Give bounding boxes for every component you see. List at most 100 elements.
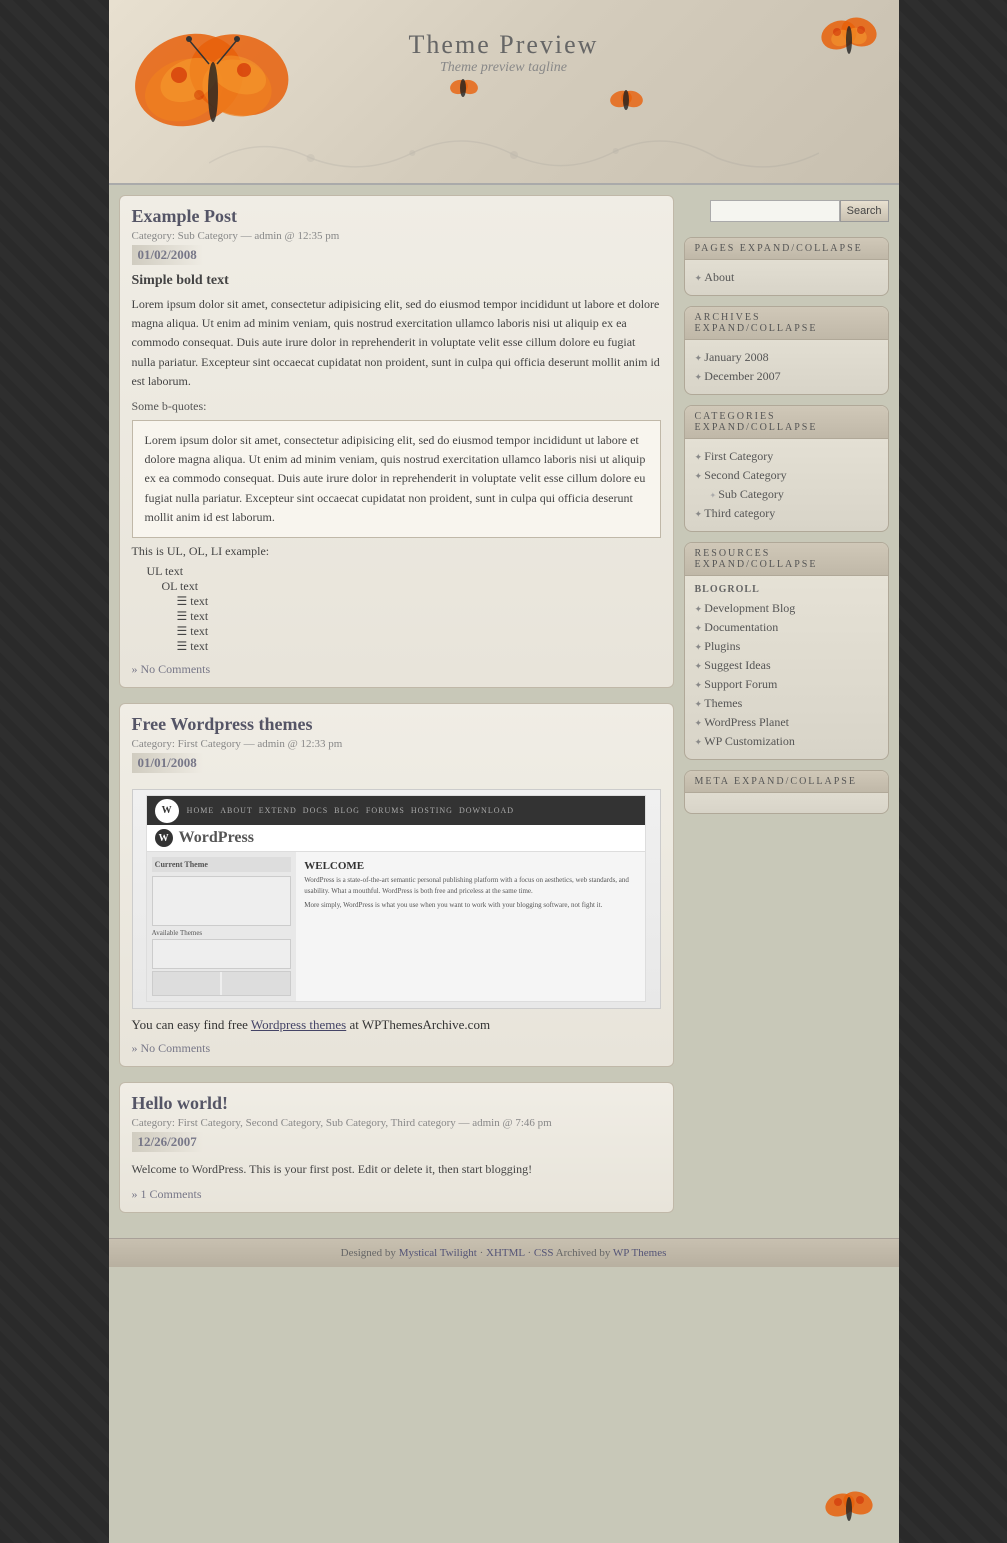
list-item: Sub Category	[695, 485, 878, 504]
list-item: Themes	[695, 694, 878, 713]
butterfly-center2-icon	[609, 85, 644, 117]
wp-nav: HOME ABOUT EXTEND DOCS BLOG FORUMS HOSTI…	[187, 806, 514, 815]
categories-widget-content: First Category Second Category Sub Categ…	[685, 439, 888, 531]
cat-third-link[interactable]: Third category	[704, 506, 775, 520]
resources-widget: RESOURCES EXPAND/COLLAPSE BLOGROLL Devel…	[684, 542, 889, 760]
post-1-body: Simple bold text Lorem ipsum dolor sit a…	[132, 273, 661, 654]
search-box: Search	[684, 195, 889, 227]
meta-widget: META EXPAND/COLLAPSE	[684, 770, 889, 814]
meta-widget-title: META EXPAND/COLLAPSE	[685, 771, 888, 793]
archive-jan-link[interactable]: January 2008	[704, 350, 768, 364]
archives-widget-content: January 2008 December 2007	[685, 340, 888, 394]
categories-list: First Category Second Category Sub Categ…	[695, 447, 878, 523]
post-2-no-comments: » No Comments	[132, 1041, 661, 1056]
site-footer: Designed by Mystical Twilight · XHTML · …	[109, 1238, 899, 1267]
content-area: Example Post Category: Sub Category — ad…	[109, 185, 899, 1238]
list-item: First Category	[695, 447, 878, 466]
archives-widget-title: ARCHIVES EXPAND/COLLAPSE	[685, 307, 888, 340]
list-item: Third category	[695, 504, 878, 523]
list-item: WP Customization	[695, 732, 878, 751]
post-1-ol-item: OL text	[162, 579, 661, 594]
wp-sidebar-preview: Current Theme Available Themes	[147, 852, 297, 1001]
butterfly-footer-icon	[824, 1485, 874, 1533]
post-2: Free Wordpress themes Category: First Ca…	[119, 703, 674, 1067]
footer-wp-themes-link[interactable]: WP Themes	[613, 1247, 666, 1259]
resource-suggest-link[interactable]: Suggest Ideas	[704, 658, 770, 672]
post-1-li-3: ☰ text	[177, 624, 661, 639]
search-input[interactable]	[710, 200, 840, 222]
post-1-paragraph: Lorem ipsum dolor sit amet, consectetur …	[132, 295, 661, 391]
pages-widget: PAGES EXPAND/COLLAPSE About	[684, 237, 889, 296]
site-header: Theme Preview Theme preview tagline	[109, 0, 899, 185]
list-item: Support Forum	[695, 675, 878, 694]
decoration-vine	[209, 123, 819, 183]
list-item: About	[695, 268, 878, 287]
wp-logo-icon: W	[155, 799, 179, 823]
list-item: Second Category	[695, 466, 878, 485]
list-item: Plugins	[695, 637, 878, 656]
wordpress-screenshot: W HOME ABOUT EXTEND DOCS BLOG FORUMS HOS…	[132, 789, 661, 1009]
post-1-list-label: This is UL, OL, LI example:	[132, 544, 661, 559]
post-3-title: Hello world!	[132, 1093, 661, 1114]
list-item: Documentation	[695, 618, 878, 637]
resource-forum-link[interactable]: Support Forum	[704, 677, 777, 691]
cat-sub-link[interactable]: Sub Category	[718, 487, 784, 501]
footer-theme-link[interactable]: Mystical Twilight	[399, 1247, 477, 1259]
resources-widget-content: BLOGROLL Development Blog Documentation …	[685, 576, 888, 759]
post-3-paragraph: Welcome to WordPress. This is your first…	[132, 1160, 661, 1179]
post-1-li-2: ☰ text	[177, 609, 661, 624]
cat-second-link[interactable]: Second Category	[704, 468, 786, 482]
post-3-meta: Category: First Category, Second Categor…	[132, 1117, 661, 1129]
categories-widget: CATEGORIES EXPAND/COLLAPSE First Categor…	[684, 405, 889, 532]
post-1-no-comments: » No Comments	[132, 662, 661, 677]
resource-plugins-link[interactable]: Plugins	[704, 639, 740, 653]
footer-designed-by: Designed by	[341, 1247, 396, 1259]
wordpress-themes-link[interactable]: Wordpress themes	[251, 1017, 346, 1032]
post-1-title: Example Post	[132, 206, 661, 227]
resource-wp-custom-link[interactable]: WP Customization	[704, 734, 795, 748]
post-1: Example Post Category: Sub Category — ad…	[119, 195, 674, 688]
post-1-li-1: ☰ text	[177, 594, 661, 609]
list-item: Suggest Ideas	[695, 656, 878, 675]
post-1-date: 01/02/2008	[132, 245, 203, 265]
post-1-li-4: ☰ text	[177, 639, 661, 654]
post-1-subtitle: Simple bold text	[132, 273, 661, 289]
resource-wp-planet-link[interactable]: WordPress Planet	[704, 715, 789, 729]
footer-xhtml-link[interactable]: XHTML	[486, 1247, 525, 1259]
post-2-title: Free Wordpress themes	[132, 714, 661, 735]
archives-widget: ARCHIVES EXPAND/COLLAPSE January 2008 De…	[684, 306, 889, 395]
cat-first-link[interactable]: First Category	[704, 449, 773, 463]
pages-widget-title: PAGES EXPAND/COLLAPSE	[685, 238, 888, 260]
archives-list: January 2008 December 2007	[695, 348, 878, 386]
resource-docs-link[interactable]: Documentation	[704, 620, 778, 634]
post-2-body: You can easy find free Wordpress themes …	[132, 1017, 661, 1033]
resources-list: Development Blog Documentation Plugins S…	[695, 599, 878, 751]
post-2-date: 01/01/2008	[132, 753, 203, 773]
main-content: Example Post Category: Sub Category — ad…	[119, 195, 684, 1228]
list-item: January 2008	[695, 348, 878, 367]
meta-widget-content	[685, 793, 888, 813]
footer-archived-by: Archived by	[556, 1247, 611, 1259]
wp-main-preview: WELCOME WordPress is a state-of-the-art …	[296, 852, 645, 1001]
list-item: Development Blog	[695, 599, 878, 618]
archive-dec-link[interactable]: December 2007	[704, 369, 780, 383]
resource-devblog-link[interactable]: Development Blog	[704, 601, 795, 615]
page-wrapper: Theme Preview Theme preview tagline Exam…	[109, 0, 899, 1543]
list-item: WordPress Planet	[695, 713, 878, 732]
categories-widget-title: CATEGORIES EXPAND/COLLAPSE	[685, 406, 888, 439]
blogroll-label: BLOGROLL	[695, 584, 878, 595]
post-3-body: Welcome to WordPress. This is your first…	[132, 1160, 661, 1179]
butterfly-center-icon	[449, 75, 479, 104]
footer-css-link[interactable]: CSS	[534, 1247, 554, 1259]
post-1-bquote-label: Some b-quotes:	[132, 399, 661, 414]
post-3-no-comments: » 1 Comments	[132, 1187, 661, 1202]
resource-themes-link[interactable]: Themes	[704, 696, 742, 710]
list-item: December 2007	[695, 367, 878, 386]
butterfly-right-icon	[819, 10, 879, 70]
search-button[interactable]: Search	[840, 200, 889, 222]
footer-sep2: ·	[527, 1247, 531, 1259]
post-2-meta: Category: First Category — admin @ 12:33…	[132, 738, 661, 750]
post-1-meta: Category: Sub Category — admin @ 12:35 p…	[132, 230, 661, 242]
pages-about-link[interactable]: About	[704, 270, 734, 284]
pages-list: About	[695, 268, 878, 287]
